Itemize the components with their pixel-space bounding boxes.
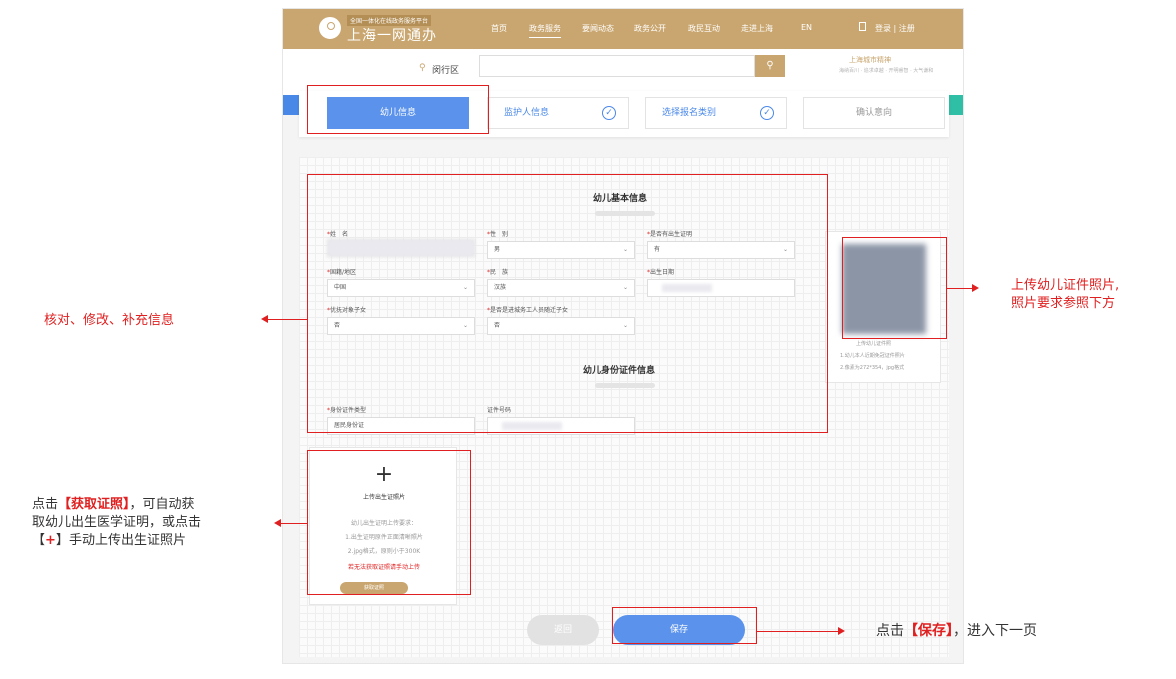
arrow-from-save — [757, 626, 845, 635]
login-link[interactable]: 登录 | 注册 — [875, 23, 915, 34]
logo-icon — [319, 17, 341, 39]
nav-shanghai[interactable]: 走进上海 — [741, 23, 773, 34]
left-accent-bar — [283, 95, 299, 115]
step-label: 选择报名类别 — [662, 108, 717, 118]
nav-services[interactable]: 政务服务 — [529, 23, 561, 38]
annotation-cert-line-1: 点击【获取证照】，可自动获 — [32, 497, 195, 512]
step-guardian-info[interactable]: 监护人信息 ✓ — [487, 97, 629, 129]
nav-home[interactable]: 首页 — [491, 23, 507, 34]
city-spirit-subtitle: 海纳百川 · 追求卓越 · 开明睿智 · 大气谦和 — [839, 68, 934, 74]
annotation-photo-2: 照片要求参照下方 — [1011, 296, 1116, 311]
photo-rule-1: 1.幼儿本人近期免冠证件照片 — [840, 353, 905, 359]
annotation-verify-info: 核对、修改、补充信息 — [44, 313, 175, 328]
annotation-photo-1: 上传幼儿证件照片, — [1011, 278, 1120, 293]
back-button[interactable]: 返回 — [527, 615, 599, 645]
step-confirm[interactable]: 确认意向 — [803, 97, 945, 129]
nav-en[interactable]: EN — [801, 23, 812, 32]
nav-interaction[interactable]: 政民互动 — [688, 23, 720, 34]
step-label: 监护人信息 — [504, 108, 550, 118]
arrow-to-cert — [274, 518, 307, 527]
annotation-cert-line-3: 【+】手动上传出生证照片 — [32, 533, 186, 548]
search-input[interactable] — [479, 55, 755, 77]
logo-title[interactable]: 上海一网通办 — [347, 25, 437, 45]
arrow-from-photo — [947, 283, 979, 292]
right-accent-bar — [949, 95, 963, 115]
check-icon: ✓ — [760, 106, 774, 120]
check-icon: ✓ — [602, 106, 616, 120]
highlight-cert-box — [307, 450, 471, 595]
step-label: 确认意向 — [855, 108, 892, 118]
nav-news[interactable]: 要闻动态 — [582, 23, 614, 34]
location-pin-icon: ⚲ — [419, 63, 426, 73]
highlight-save-box — [612, 607, 757, 644]
annotation-cert-line-2: 取幼儿出生医学证明，或点击 — [32, 515, 202, 530]
arrow-to-form — [261, 314, 307, 323]
annotation-save: 点击【保存】，进入下一页 — [876, 623, 1037, 639]
city-spirit-title: 上海城市精神 — [849, 56, 891, 64]
step-category[interactable]: 选择报名类别 ✓ — [645, 97, 787, 129]
district-selector[interactable]: 闵行区 — [432, 63, 459, 76]
highlight-form-box — [307, 174, 828, 433]
search-button[interactable]: ⚲ — [755, 55, 785, 77]
top-nav-bar: 全国一体化在线政务服务平台 上海一网通办 首页 政务服务 要闻动态 政务公开 政… — [283, 9, 963, 49]
highlight-photo-box — [842, 237, 947, 339]
highlight-step-box — [307, 85, 489, 134]
mobile-icon[interactable] — [859, 22, 866, 31]
photo-caption: 上传幼儿证件照 — [856, 341, 892, 347]
search-icon: ⚲ — [766, 60, 774, 71]
nav-public[interactable]: 政务公开 — [634, 23, 666, 34]
photo-rule-2: 2.像素为272*354，jpg格式 — [840, 365, 905, 371]
